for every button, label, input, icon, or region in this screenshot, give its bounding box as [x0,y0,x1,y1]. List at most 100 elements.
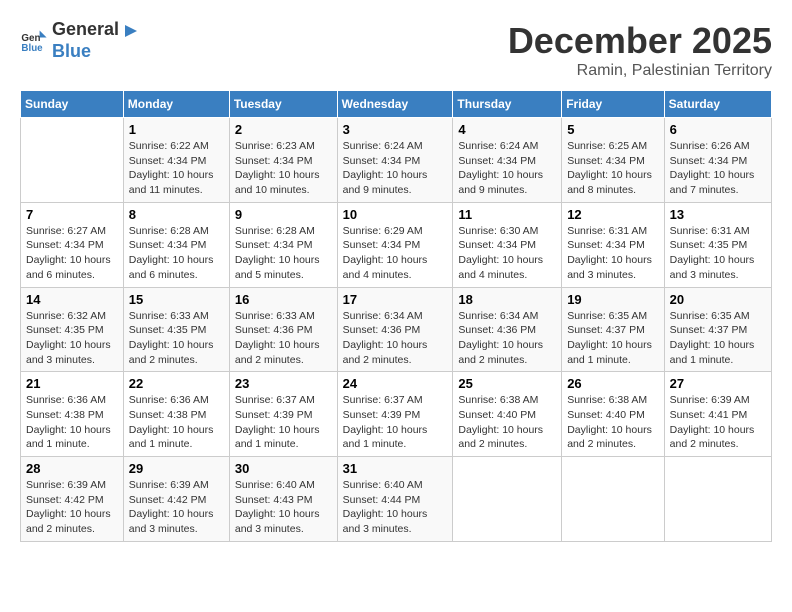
location-title: Ramin, Palestinian Territory [508,62,772,80]
day-info: Sunrise: 6:38 AMSunset: 4:40 PMDaylight:… [567,393,658,452]
day-number: 25 [458,376,556,391]
logo: Gen Blue General Blue [20,20,141,62]
day-of-week-header: Thursday [453,91,562,118]
calendar-day-cell: 15 Sunrise: 6:33 AMSunset: 4:35 PMDayligh… [123,287,229,372]
calendar-day-cell: 25Sunrise: 6:38 AMSunset: 4:40 PMDayligh… [453,372,562,457]
day-info: Sunrise: 6:23 AMSunset: 4:34 PMDaylight:… [235,139,332,198]
logo-icon: Gen Blue [20,27,48,55]
calendar-day-cell: 10 Sunrise: 6:29 AMSunset: 4:34 PMDayligh… [337,202,453,287]
day-number: 17 [343,292,448,307]
day-info: Sunrise: 6:36 AMSunset: 4:38 PMDaylight:… [129,393,224,452]
calendar-day-cell: 6 Sunrise: 6:26 AMSunset: 4:34 PMDaylight… [664,118,771,203]
calendar-table: SundayMondayTuesdayWednesdayThursdayFrid… [20,90,772,542]
day-info: Sunrise: 6:40 AMSunset: 4:43 PMDaylight:… [235,478,332,537]
calendar-day-cell: 5 Sunrise: 6:25 AMSunset: 4:34 PMDaylight… [562,118,664,203]
day-info: Sunrise: 6:35 AMSunset: 4:37 PMDaylight:… [567,309,658,368]
day-info: Sunrise: 6:31 AMSunset: 4:35 PMDaylight:… [670,224,766,283]
day-number: 22 [129,376,224,391]
day-info: Sunrise: 6:35 AMSunset: 4:37 PMDaylight:… [670,309,766,368]
calendar-day-cell: 22 Sunrise: 6:36 AMSunset: 4:38 PMDayligh… [123,372,229,457]
calendar-week-row: 28Sunrise: 6:39 AMSunset: 4:42 PMDayligh… [21,457,772,542]
calendar-header-row: SundayMondayTuesdayWednesdayThursdayFrid… [21,91,772,118]
day-info: Sunrise: 6:37 AMSunset: 4:39 PMDaylight:… [343,393,448,452]
day-number: 8 [129,207,224,222]
calendar-week-row: 1 Sunrise: 6:22 AMSunset: 4:34 PMDaylight… [21,118,772,203]
logo-arrow-icon [121,21,141,41]
day-number: 30 [235,461,332,476]
calendar-week-row: 7Sunrise: 6:27 AMSunset: 4:34 PMDaylight… [21,202,772,287]
calendar-day-cell [562,457,664,542]
calendar-day-cell: 28Sunrise: 6:39 AMSunset: 4:42 PMDayligh… [21,457,124,542]
calendar-week-row: 21 Sunrise: 6:36 AMSunset: 4:38 PMDayligh… [21,372,772,457]
calendar-day-cell: 30 Sunrise: 6:40 AMSunset: 4:43 PMDayligh… [229,457,337,542]
calendar-day-cell [664,457,771,542]
day-info: Sunrise: 6:33 AMSunset: 4:35 PMDaylight:… [129,309,224,368]
calendar-day-cell: 9Sunrise: 6:28 AMSunset: 4:34 PMDaylight… [229,202,337,287]
calendar-day-cell: 17 Sunrise: 6:34 AMSunset: 4:36 PMDayligh… [337,287,453,372]
calendar-day-cell: 4 Sunrise: 6:24 AMSunset: 4:34 PMDaylight… [453,118,562,203]
day-number: 27 [670,376,766,391]
calendar-day-cell: 20Sunrise: 6:35 AMSunset: 4:37 PMDayligh… [664,287,771,372]
day-info: Sunrise: 6:26 AMSunset: 4:34 PMDaylight:… [670,139,766,198]
calendar-day-cell: 7Sunrise: 6:27 AMSunset: 4:34 PMDaylight… [21,202,124,287]
day-info: Sunrise: 6:24 AMSunset: 4:34 PMDaylight:… [458,139,556,198]
day-info: Sunrise: 6:22 AMSunset: 4:34 PMDaylight:… [129,139,224,198]
day-of-week-header: Saturday [664,91,771,118]
day-number: 6 [670,122,766,137]
calendar-day-cell: 3Sunrise: 6:24 AMSunset: 4:34 PMDaylight… [337,118,453,203]
calendar-day-cell: 24 Sunrise: 6:37 AMSunset: 4:39 PMDayligh… [337,372,453,457]
day-number: 13 [670,207,766,222]
day-of-week-header: Wednesday [337,91,453,118]
day-info: Sunrise: 6:33 AMSunset: 4:36 PMDaylight:… [235,309,332,368]
day-number: 4 [458,122,556,137]
day-of-week-header: Monday [123,91,229,118]
calendar-day-cell: 14 Sunrise: 6:32 AMSunset: 4:35 PMDayligh… [21,287,124,372]
calendar-day-cell: 27 Sunrise: 6:39 AMSunset: 4:41 PMDayligh… [664,372,771,457]
day-number: 1 [129,122,224,137]
day-info: Sunrise: 6:32 AMSunset: 4:35 PMDaylight:… [26,309,118,368]
calendar-day-cell: 19 Sunrise: 6:35 AMSunset: 4:37 PMDayligh… [562,287,664,372]
day-number: 5 [567,122,658,137]
day-of-week-header: Sunday [21,91,124,118]
day-number: 29 [129,461,224,476]
day-number: 10 [343,207,448,222]
day-number: 23 [235,376,332,391]
page-header: Gen Blue General Blue December 2025 Rami… [20,20,772,80]
calendar-day-cell: 12Sunrise: 6:31 AMSunset: 4:34 PMDayligh… [562,202,664,287]
day-number: 21 [26,376,118,391]
calendar-day-cell [453,457,562,542]
day-info: Sunrise: 6:24 AMSunset: 4:34 PMDaylight:… [343,139,448,198]
day-info: Sunrise: 6:25 AMSunset: 4:34 PMDaylight:… [567,139,658,198]
calendar-day-cell: 13 Sunrise: 6:31 AMSunset: 4:35 PMDayligh… [664,202,771,287]
calendar-day-cell: 21Sunrise: 6:36 AMSunset: 4:38 PMDayligh… [21,372,124,457]
day-info: Sunrise: 6:30 AMSunset: 4:34 PMDaylight:… [458,224,556,283]
day-of-week-header: Tuesday [229,91,337,118]
calendar-day-cell: 29Sunrise: 6:39 AMSunset: 4:42 PMDayligh… [123,457,229,542]
day-info: Sunrise: 6:39 AMSunset: 4:42 PMDaylight:… [26,478,118,537]
calendar-day-cell: 2 Sunrise: 6:23 AMSunset: 4:34 PMDaylight… [229,118,337,203]
calendar-day-cell [21,118,124,203]
svg-text:Blue: Blue [21,43,43,54]
day-number: 31 [343,461,448,476]
day-number: 14 [26,292,118,307]
calendar-day-cell: 18Sunrise: 6:34 AMSunset: 4:36 PMDayligh… [453,287,562,372]
logo-general-text: General [52,19,119,39]
day-number: 11 [458,207,556,222]
logo-blue-text: Blue [52,41,91,61]
calendar-day-cell: 8Sunrise: 6:28 AMSunset: 4:34 PMDaylight… [123,202,229,287]
day-info: Sunrise: 6:29 AMSunset: 4:34 PMDaylight:… [343,224,448,283]
calendar-day-cell: 16Sunrise: 6:33 AMSunset: 4:36 PMDayligh… [229,287,337,372]
day-number: 24 [343,376,448,391]
day-number: 15 [129,292,224,307]
calendar-day-cell: 26 Sunrise: 6:38 AMSunset: 4:40 PMDayligh… [562,372,664,457]
day-number: 26 [567,376,658,391]
day-number: 19 [567,292,658,307]
day-info: Sunrise: 6:34 AMSunset: 4:36 PMDaylight:… [343,309,448,368]
day-info: Sunrise: 6:31 AMSunset: 4:34 PMDaylight:… [567,224,658,283]
day-info: Sunrise: 6:28 AMSunset: 4:34 PMDaylight:… [235,224,332,283]
calendar-day-cell: 1 Sunrise: 6:22 AMSunset: 4:34 PMDaylight… [123,118,229,203]
day-number: 2 [235,122,332,137]
day-info: Sunrise: 6:40 AMSunset: 4:44 PMDaylight:… [343,478,448,537]
day-info: Sunrise: 6:39 AMSunset: 4:41 PMDaylight:… [670,393,766,452]
calendar-week-row: 14 Sunrise: 6:32 AMSunset: 4:35 PMDayligh… [21,287,772,372]
